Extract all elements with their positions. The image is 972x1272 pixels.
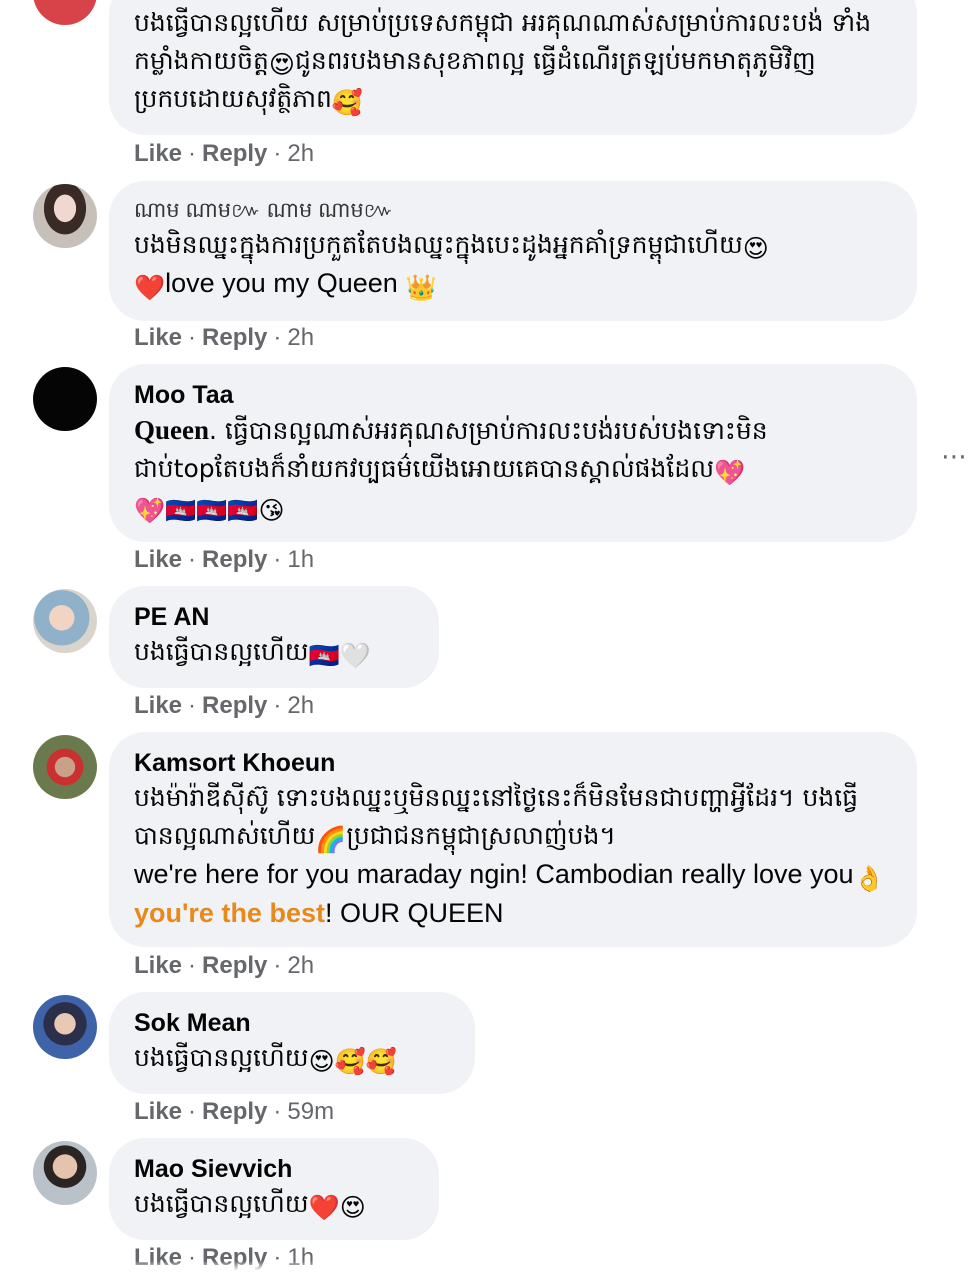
avatar[interactable] xyxy=(33,589,97,653)
ok-hand-emoji: 👌 xyxy=(853,864,885,893)
reply-button[interactable]: Reply xyxy=(202,140,267,167)
comment-bubble: PE AN បងធ្វើបានល្អហើយ🇰🇭🤍 xyxy=(109,586,439,688)
comment-bubble: ណាម ណាម៚ ណាម ណាម៚ បងមិនឈ្នះក្នុងការប្រកួ… xyxy=(109,181,917,321)
comment-author[interactable]: Kamsort Khoeun xyxy=(134,747,893,779)
like-button[interactable]: Like xyxy=(134,546,182,573)
comment-text: បងម៉ារ៉ាឌីស៊ីស៊ូ ទោះបងឈ្នះឬមិនឈ្នះនៅថ្ងៃ… xyxy=(134,783,885,928)
like-button[interactable]: Like xyxy=(134,1098,182,1125)
avatar[interactable] xyxy=(33,367,97,431)
bottom-fade xyxy=(0,1261,972,1271)
emoji: ❤️😍 xyxy=(308,1193,366,1222)
comment-actions: Like · Reply · 2h xyxy=(134,140,315,167)
rainbow-emoji: 🌈 xyxy=(315,825,347,854)
timestamp[interactable]: 2h xyxy=(287,952,314,979)
like-button[interactable]: Like xyxy=(134,692,182,719)
emoji: 😍 xyxy=(268,50,295,79)
reply-button[interactable]: Reply xyxy=(202,324,267,351)
reply-button[interactable]: Reply xyxy=(202,952,267,979)
emoji: 💖 xyxy=(134,496,166,525)
more-options-icon[interactable]: ⋯ xyxy=(941,442,968,472)
emoji: 🥰 xyxy=(331,88,364,117)
avatar[interactable] xyxy=(33,0,97,25)
comment-bubble: Sok Mean បងធ្វើបានល្អហើយ😍🥰🥰 xyxy=(109,992,475,1094)
comment-actions: Like · Reply · 1h xyxy=(134,546,315,573)
comment-actions: Like · Reply · 59m xyxy=(134,1098,335,1125)
crown-emoji: 👑 xyxy=(405,273,437,302)
avatar[interactable] xyxy=(33,184,97,248)
comment-bubble: Mao Sievvich បងធ្វើបានល្អហើយ❤️😍 xyxy=(109,1138,439,1240)
like-button[interactable]: Like xyxy=(134,140,182,167)
avatar[interactable] xyxy=(33,995,97,1059)
comment-text: បងមិនឈ្នះក្នុងការប្រកួតតែបងឈ្នះក្នុងបេះដ… xyxy=(134,230,769,302)
emoji: 💖 xyxy=(714,458,746,487)
comment-bubble: Kamsort Khoeun បងម៉ារ៉ាឌីស៊ីស៊ូ ទោះបងឈ្ន… xyxy=(109,732,917,947)
timestamp[interactable]: 59m xyxy=(287,1098,334,1125)
emoji: 😘 xyxy=(258,496,285,525)
comment-author[interactable]: PE AN xyxy=(134,601,415,633)
like-button[interactable]: Like xyxy=(134,324,182,351)
comment-actions: Like · Reply · 2h xyxy=(134,952,315,979)
comment-author[interactable]: ណាម ណាម៚ ណាម ណាម៚ xyxy=(134,196,893,226)
comment-text: បងធ្វើបានល្អហើយ សម្រាប់ប្រទេសកម្ពុជា អរគ… xyxy=(134,8,872,117)
emoji: 😍🥰🥰 xyxy=(308,1047,397,1076)
comment-author[interactable]: Mao Sievvich xyxy=(134,1153,415,1185)
timestamp[interactable]: 2h xyxy=(287,140,314,167)
emoji: 😍 xyxy=(742,234,769,263)
emoji: ❤️ xyxy=(134,273,166,302)
like-button[interactable]: Like xyxy=(134,952,182,979)
comment-text: បងធ្វើបានល្អហើយ😍🥰🥰 xyxy=(134,1043,397,1076)
timestamp[interactable]: 1h xyxy=(287,546,314,573)
comment-bubble: បងធ្វើបានល្អហើយ សម្រាប់ប្រទេសកម្ពុជា អរគ… xyxy=(109,0,917,135)
comment-text: Queen. ធ្វើបានល្អណាស់អរគុណសម្រាប់ការលះបង… xyxy=(134,415,768,525)
avatar[interactable] xyxy=(33,1141,97,1205)
reply-button[interactable]: Reply xyxy=(202,546,267,573)
comment-text: បងធ្វើបានល្អហើយ❤️😍 xyxy=(134,1189,366,1222)
timestamp[interactable]: 2h xyxy=(287,692,314,719)
highlighted-link[interactable]: you're the best xyxy=(134,898,325,928)
reply-button[interactable]: Reply xyxy=(202,692,267,719)
comment-actions: Like · Reply · 2h xyxy=(134,324,315,351)
white-heart-emoji: 🤍 xyxy=(339,641,371,670)
timestamp[interactable]: 2h xyxy=(287,324,314,351)
avatar[interactable] xyxy=(33,735,97,799)
comment-author[interactable]: Moo Taa xyxy=(134,379,893,411)
comment-bubble: Moo Taa Queen. ធ្វើបានល្អណាស់អរគុណសម្រាប… xyxy=(109,364,917,542)
comment-author[interactable]: Sok Mean xyxy=(134,1007,451,1039)
flag-emoji: 🇰🇭🇰🇭🇰🇭 xyxy=(165,496,259,525)
comment-text: បងធ្វើបានល្អហើយ🇰🇭🤍 xyxy=(134,637,371,670)
reply-button[interactable]: Reply xyxy=(202,1098,267,1125)
comment-actions: Like · Reply · 2h xyxy=(134,692,315,719)
flag-emoji: 🇰🇭 xyxy=(308,641,340,670)
